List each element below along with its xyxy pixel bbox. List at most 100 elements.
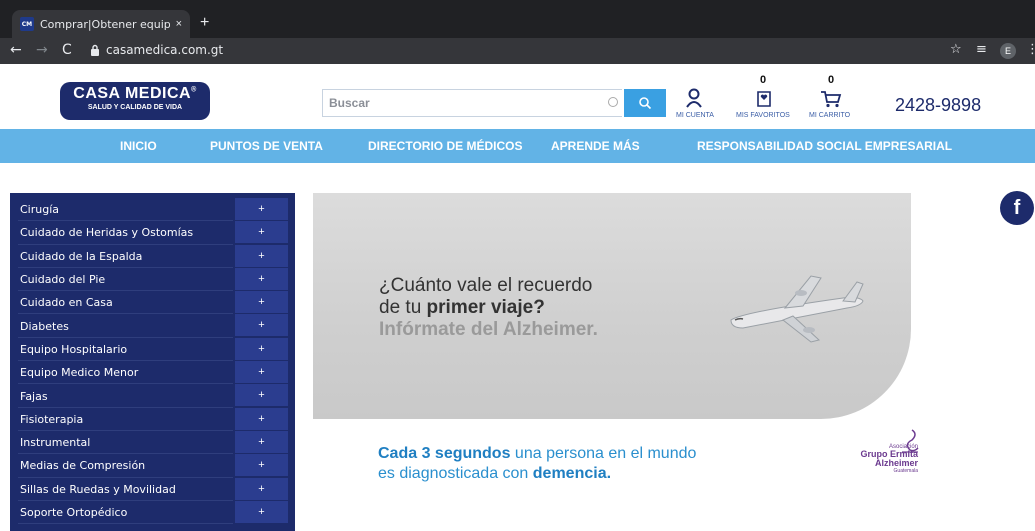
expand-plus-icon[interactable]: + [235,244,288,267]
sidebar-category-label: Soporte Ortopédico [20,506,128,519]
media-control-icon[interactable]: ≡ [976,42,987,57]
expand-plus-icon[interactable]: + [235,384,288,407]
search-button[interactable] [624,89,666,117]
sidebar-category-item[interactable]: Cuidado de la Espalda + [10,244,295,268]
phone-number[interactable]: 2428-9898 [895,95,981,116]
expand-plus-icon[interactable]: + [235,407,288,430]
back-icon[interactable]: ← [10,42,22,58]
account-label: MI CUENTA [676,112,714,119]
tagline-text-2: es diagnosticada con [378,465,533,482]
sidebar-category-item[interactable]: Diabetes + [10,314,295,338]
sidebar-category-label: Medias de Compresión [20,459,146,473]
grupo-ermita-logo[interactable]: Asociación Grupo Ermita Alzheimer Guatem… [842,428,919,474]
expand-plus-icon[interactable]: + [235,500,288,523]
logo-subtitle: SALUD Y CALIDAD DE VIDA [87,104,183,111]
tagline-text-1: una persona en el mundo [510,445,697,462]
nav-item-inicio[interactable]: INICIO [120,139,157,153]
logo-registered-mark: ® [191,86,197,94]
sidebar-category-label: Instrumental [20,436,91,450]
ermita-country: Guatemala [893,468,918,474]
main-nav: INICIO PUNTOS DE VENTA DIRECTORIO DE MÉD… [0,129,1035,163]
browser-tab[interactable]: CM Comprar|Obtener equipo médic × [12,10,190,38]
hero-banner[interactable]: ¿Cuánto vale el recuerdo de tu primer vi… [313,193,911,419]
search-icon [639,97,652,110]
cart-icon [821,91,842,108]
site-logo[interactable]: CASA MEDICA® SALUD Y CALIDAD DE VIDA [60,82,210,120]
banner-line-3: Infórmate del Alzheimer. [379,319,598,340]
forward-icon[interactable]: → [36,42,48,58]
nav-item-puntos-de-venta[interactable]: PUNTOS DE VENTA [210,139,323,153]
sidebar-category-item[interactable]: Cirugía + [10,198,295,222]
expand-plus-icon[interactable]: + [235,454,288,477]
logo-title: CASA MEDICA [73,85,192,102]
tagline-line-1: Cada 3 segundos una persona en el mundo [378,444,696,464]
expand-plus-icon[interactable]: + [235,361,288,384]
dementia-tagline: Cada 3 segundos una persona en el mundo … [378,444,696,484]
search-clear-icon[interactable] [608,97,618,107]
reload-icon[interactable]: C [62,42,72,58]
tab-title: Comprar|Obtener equipo médic [39,17,170,31]
sidebar-category-item[interactable]: Instrumental + [10,430,295,455]
airplane-image [730,275,864,343]
sidebar-category-item[interactable]: Cuidado en Casa + [10,291,295,315]
sidebar-category-item[interactable]: Equipo Hospitalario + [10,337,295,362]
expand-plus-icon[interactable]: + [235,314,288,337]
sidebar-category-label: Cuidado de Heridas y Ostomías [20,226,194,240]
sidebar-category-item[interactable]: Medias de Compresión + [10,454,295,478]
sidebar-category-label: Equipo Medico Menor [20,366,139,380]
sidebar-category-label: Diabetes [20,319,69,333]
browser-menu-icon[interactable]: ⋮ [1026,42,1035,57]
nav-item-responsabilidad[interactable]: RESPONSABILIDAD SOCIAL EMPRESARIAL [697,139,952,153]
bookmark-star-icon[interactable]: ☆ [950,42,962,57]
sidebar-category-item[interactable]: Cuidado del Pie + [10,267,295,292]
search-input[interactable] [323,90,622,116]
expand-plus-icon[interactable]: + [235,267,288,290]
tagline-strong-1: Cada 3 segundos [378,445,511,462]
sidebar-category-item[interactable]: Sillas de Ruedas y Movilidad + [10,477,295,501]
expand-plus-icon[interactable]: + [235,198,288,220]
sidebar-category-label: Equipo Hospitalario [20,342,128,356]
category-sidebar: Cirugía + Cuidado de Heridas y Ostomías + Cu… [10,193,295,531]
sidebar-category-item[interactable]: Fisioterapia + [10,407,295,431]
sidebar-category-label: Cirugía [20,203,60,217]
expand-plus-icon[interactable]: + [235,337,288,360]
site-favicon-icon: CM [20,17,34,31]
sidebar-divider [18,523,233,525]
ermita-line-2: Alzheimer [874,458,918,468]
new-tab-button[interactable]: + [200,14,209,32]
search-box [322,89,622,117]
browser-tab-bar: CM Comprar|Obtener equipo médic × + [0,0,1035,38]
sidebar-category-label: Sillas de Ruedas y Movilidad [20,482,176,496]
sidebar-category-item[interactable]: Soporte Ortopédico + [10,500,295,525]
tab-close-icon[interactable]: × [176,18,182,30]
sidebar-category-label: Fajas [20,389,48,403]
sidebar-category-label: Cuidado de la Espalda [20,249,143,263]
facebook-icon[interactable]: f [1000,191,1034,225]
sidebar-category-label: Cuidado en Casa [20,296,113,310]
sidebar-category-item[interactable]: Cuidado de Heridas y Ostomías + [10,221,295,245]
favorites-label: MIS FAVORITOS [736,112,790,119]
expand-plus-icon[interactable]: + [235,291,288,314]
sidebar-category-label: Cuidado del Pie [20,273,106,287]
expand-plus-icon[interactable]: + [235,477,288,500]
expand-plus-icon[interactable]: + [235,221,288,244]
user-icon [686,88,702,108]
banner-line-2: de tu primer viaje? [379,297,598,319]
banner-headline: ¿Cuánto vale el recuerdo de tu primer vi… [379,275,598,341]
sidebar-category-label: Fisioterapia [20,412,84,426]
lock-icon [91,44,99,56]
tagline-strong-2: demencia. [532,465,612,482]
sidebar-category-item[interactable]: Equipo Medico Menor + [10,361,295,385]
address-bar[interactable]: casamedica.com.gt [106,43,223,57]
browser-toolbar: ← → C casamedica.com.gt ☆ ≡ E ⋮ [0,38,1035,64]
sidebar-category-item[interactable]: Fajas + [10,384,295,408]
profile-avatar[interactable]: E [1000,43,1016,59]
favorites-count: 0 [760,74,767,86]
expand-plus-icon[interactable]: + [235,430,288,453]
banner-line-2-a: de tu [379,297,427,318]
nav-item-directorio[interactable]: DIRECTORIO DE MÉDICOS [368,139,522,153]
nav-item-aprende-mas[interactable]: APRENDE MÁS [551,139,640,153]
cart-count: 0 [828,74,835,86]
banner-line-1: ¿Cuánto vale el recuerdo [379,275,593,296]
favorites-heart-icon [757,91,771,107]
